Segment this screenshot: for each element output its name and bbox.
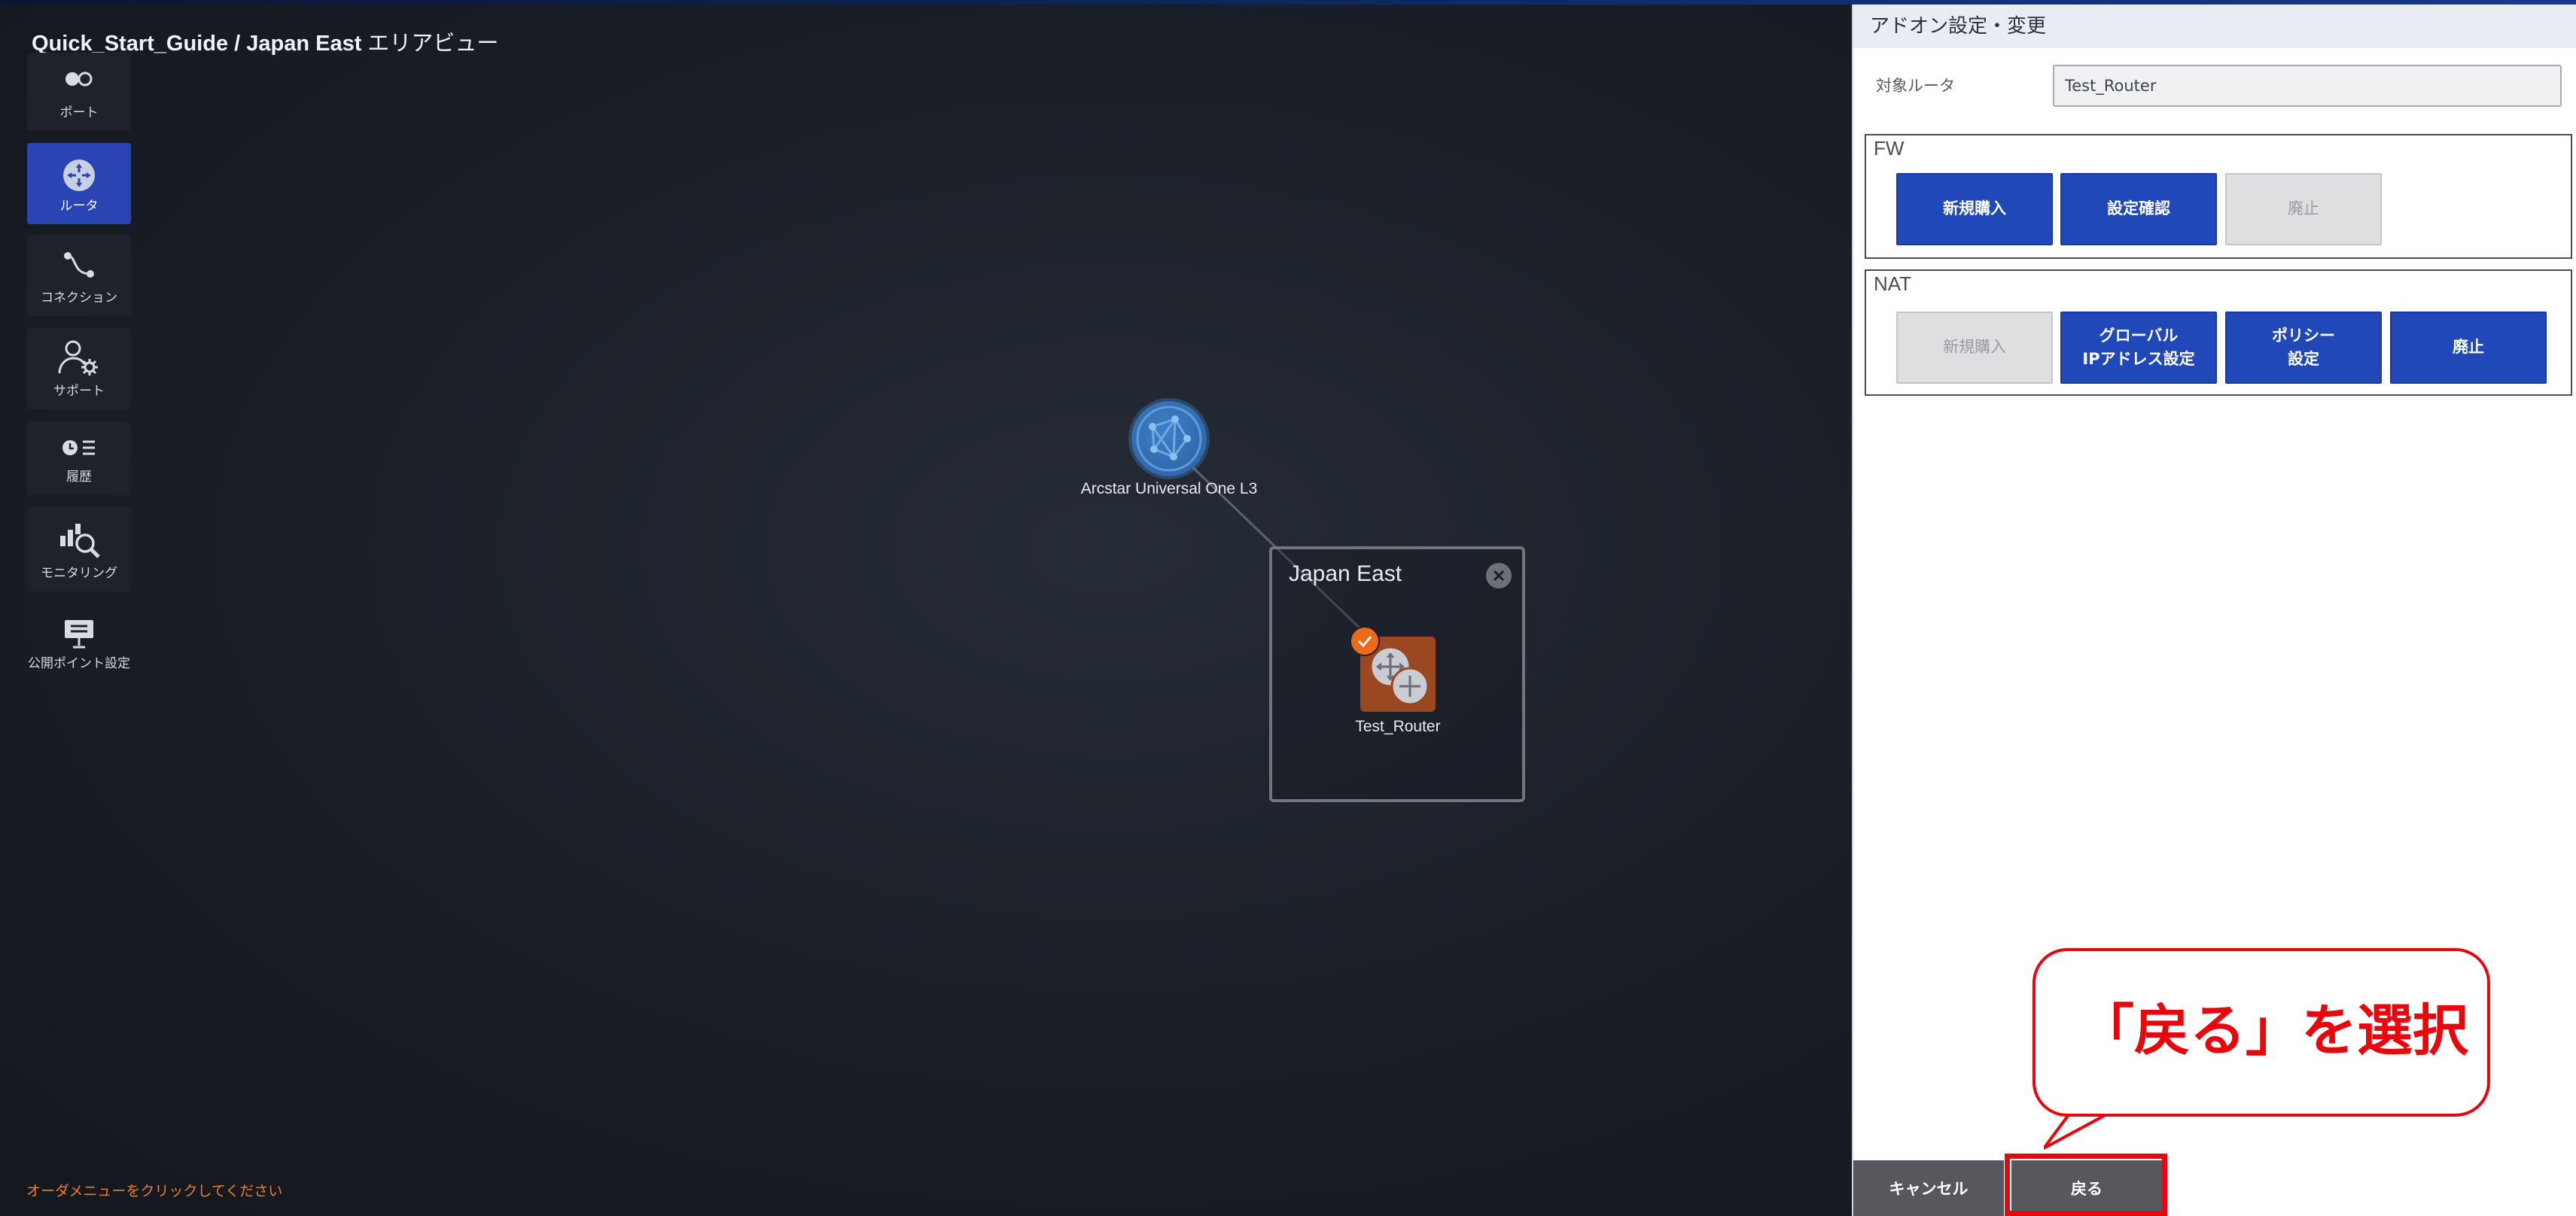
nat-section: NAT 新規購入 グローバル IPアドレス設定 ポリシー 設定 廃止 xyxy=(1865,269,2572,396)
cloud-network-node[interactable] xyxy=(1131,401,1207,476)
fw-discontinue-button[interactable]: 廃止 xyxy=(2225,173,2382,245)
selected-check-icon xyxy=(1350,626,1380,656)
close-icon xyxy=(1493,570,1505,582)
fw-section-title: FW xyxy=(1874,137,1905,160)
fw-settings-confirm-button[interactable]: 設定確認 xyxy=(2060,173,2217,245)
network-globe-icon xyxy=(1136,406,1202,472)
area-title: Japan East xyxy=(1289,561,1402,586)
target-router-label: 対象ルータ xyxy=(1876,77,1955,95)
panel-title: アドオン設定・変更 xyxy=(1853,5,2576,48)
back-button[interactable]: 戻る xyxy=(2011,1160,2162,1216)
router-node-label: Test_Router xyxy=(1355,718,1441,735)
fw-section: FW 新規購入 設定確認 廃止 xyxy=(1865,134,2572,259)
fw-new-purchase-button[interactable]: 新規購入 xyxy=(1896,173,2053,245)
topology-canvas: Quick_Start_Guide / Japan East エリアビュー ポート… xyxy=(0,0,1852,1216)
target-router-field: Test_Router xyxy=(2053,65,2562,107)
nat-global-ip-settings-button[interactable]: グローバル IPアドレス設定 xyxy=(2060,312,2217,384)
callout-text: 「戻る」を選択 xyxy=(2078,999,2468,1063)
area-close-button[interactable] xyxy=(1486,563,1512,588)
nat-section-title: NAT xyxy=(1874,272,1912,295)
nat-policy-settings-button[interactable]: ポリシー 設定 xyxy=(2225,312,2382,384)
cloud-node-label: Arcstar Universal One L3 xyxy=(1080,480,1258,497)
nat-discontinue-button[interactable]: 廃止 xyxy=(2390,312,2547,384)
order-menu-hint: オーダメニューをクリックしてください xyxy=(26,1183,283,1199)
nat-new-purchase-button[interactable]: 新規購入 xyxy=(1896,312,2053,384)
cancel-button[interactable]: キャンセル xyxy=(1853,1160,2004,1216)
connection-line xyxy=(1184,459,1370,638)
